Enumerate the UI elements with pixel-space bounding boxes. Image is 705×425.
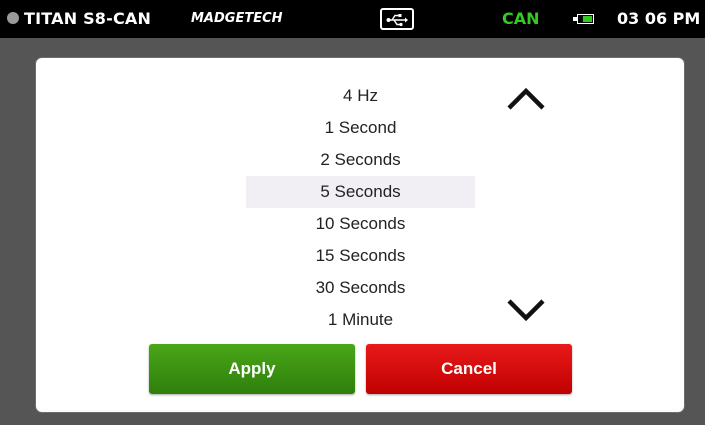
brand-logo: MADGETECH xyxy=(191,11,283,26)
interval-option[interactable]: 4 Hz xyxy=(246,80,475,112)
interval-list[interactable]: 4 Hz 1 Second 2 Seconds 5 Seconds 10 Seconds… xyxy=(246,80,475,336)
interval-option[interactable]: 15 Seconds xyxy=(246,240,475,272)
connection-status: CAN xyxy=(502,9,540,28)
battery-icon xyxy=(577,14,594,24)
clock: 03 06 PM xyxy=(617,9,701,28)
battery-level xyxy=(582,16,592,22)
interval-option[interactable]: 1 Minute xyxy=(246,304,475,336)
device-name: TITAN S8-CAN xyxy=(24,9,152,28)
interval-option[interactable]: 5 Seconds xyxy=(246,176,475,208)
interval-option[interactable]: 30 Seconds xyxy=(246,272,475,304)
interval-picker-dialog: 4 Hz 1 Second 2 Seconds 5 Seconds 10 Seconds… xyxy=(35,57,685,413)
usb-icon xyxy=(380,8,414,30)
status-indicator-dot xyxy=(7,12,19,24)
interval-option[interactable]: 10 Seconds xyxy=(246,208,475,240)
chevron-down-icon[interactable] xyxy=(505,296,547,324)
chevron-up-icon[interactable] xyxy=(505,85,547,113)
interval-option[interactable]: 2 Seconds xyxy=(246,144,475,176)
status-bar: TITAN S8-CAN MADGETECH CAN 03 06 PM xyxy=(0,0,705,38)
interval-option[interactable]: 1 Second xyxy=(246,112,475,144)
cancel-button[interactable]: Cancel xyxy=(366,344,572,394)
apply-button[interactable]: Apply xyxy=(149,344,355,394)
